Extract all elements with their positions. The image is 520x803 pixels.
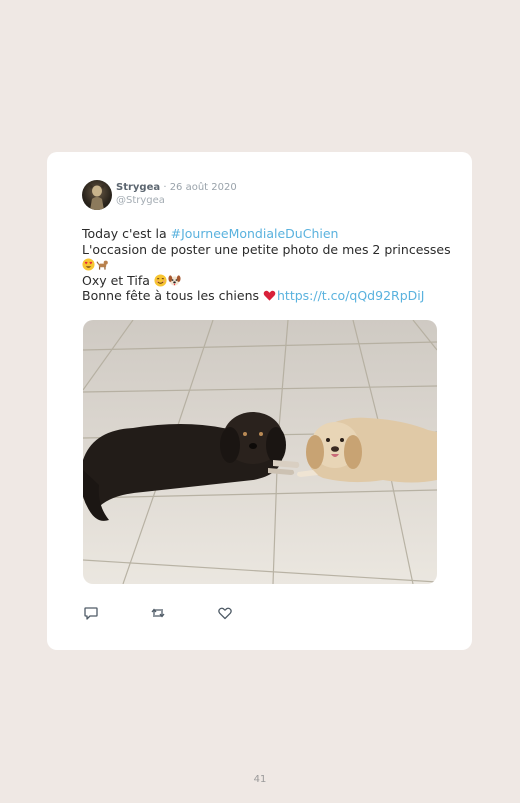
dogs-photo — [83, 320, 437, 584]
like-icon[interactable] — [217, 605, 233, 621]
emoji-row — [82, 257, 442, 273]
tweet-text: Today c'est la #JourneeMondialeDuChien L… — [82, 226, 451, 304]
tweet-card: Strygea · 26 août 2020 @Strygea Today c'… — [47, 152, 472, 650]
author-name[interactable]: Strygea — [116, 182, 160, 193]
heart-eyes-emoji — [82, 258, 95, 271]
text-line-1: Today c'est la — [82, 226, 171, 241]
tweet-header: Strygea · 26 août 2020 — [116, 182, 237, 194]
tweet-actions — [83, 605, 243, 621]
dog-face-emoji — [168, 274, 181, 286]
retweet-icon[interactable] — [150, 605, 166, 621]
red-heart-emoji — [263, 290, 276, 301]
reply-icon[interactable] — [83, 605, 99, 621]
tweet-photo[interactable] — [83, 320, 437, 584]
text-line-2: L'occasion de poster une petite photo de… — [82, 241, 451, 257]
hashtag-link[interactable]: #JourneeMondialeDuChien — [171, 226, 339, 241]
avatar[interactable] — [82, 180, 112, 210]
page-number: 41 — [253, 774, 267, 785]
tweet-date[interactable]: 26 août 2020 — [170, 182, 237, 193]
separator: · — [163, 182, 167, 193]
tweet-link[interactable]: https://t.co/qQd92RpDiJ — [277, 288, 424, 303]
text-line-4: Bonne fête à tous les chiens — [82, 288, 263, 303]
smiling-face-emoji — [154, 273, 167, 287]
dog-emoji — [96, 260, 108, 270]
author-handle[interactable]: @Strygea — [116, 195, 165, 207]
text-line-3: Oxy et Tifa — [82, 272, 154, 288]
